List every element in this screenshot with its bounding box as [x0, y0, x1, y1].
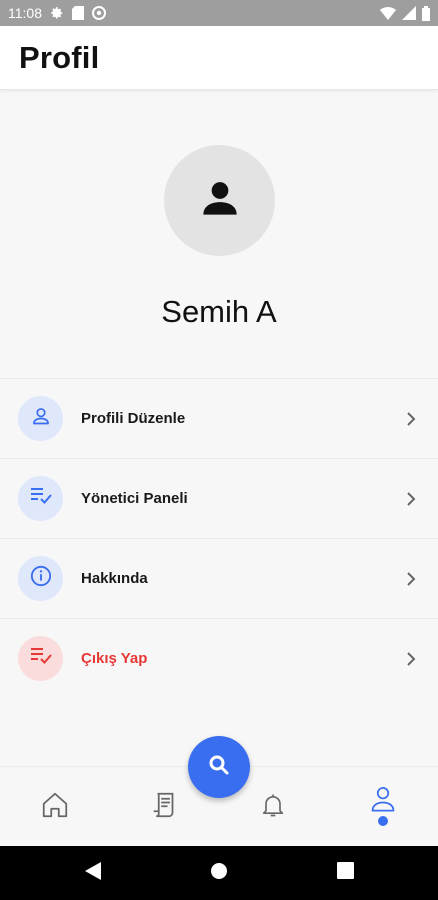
bell-icon — [259, 790, 287, 825]
nav-notifications[interactable] — [253, 787, 293, 827]
back-icon — [84, 861, 102, 886]
menu-item-about[interactable]: Hakkında — [0, 538, 438, 618]
status-right — [380, 5, 430, 21]
status-time: 11:08 — [8, 5, 42, 21]
nav-orders[interactable] — [145, 787, 185, 827]
nav-profile[interactable] — [363, 781, 403, 821]
list-check-icon — [29, 646, 53, 671]
person-icon — [200, 178, 240, 223]
menu-label: Profili Düzenle — [81, 410, 186, 427]
menu-item-edit-profile[interactable]: Profili Düzenle — [0, 378, 438, 458]
menu-label: Yönetici Paneli — [81, 490, 188, 507]
profile-menu: Profili Düzenle Yönetici Paneli Hakkında — [0, 378, 438, 698]
system-recents-button[interactable] — [334, 862, 356, 884]
search-icon — [207, 753, 231, 782]
chevron-right-icon — [406, 411, 416, 432]
system-nav-bar — [0, 846, 438, 900]
recents-icon — [336, 862, 354, 884]
menu-icon-badge — [18, 476, 63, 521]
chevron-right-icon — [406, 651, 416, 672]
chevron-right-icon — [406, 491, 416, 512]
system-home-button[interactable] — [208, 862, 230, 884]
menu-icon-badge — [18, 556, 63, 601]
menu-icon-badge — [18, 636, 63, 681]
user-name: Semih A — [161, 294, 277, 329]
profile-icon — [369, 784, 397, 819]
active-indicator-dot — [378, 816, 388, 826]
menu-item-logout[interactable]: Çıkış Yap — [0, 618, 438, 698]
gear-icon — [50, 6, 64, 20]
menu-icon-badge — [18, 396, 63, 441]
app-header: Profil — [0, 26, 438, 90]
menu-item-admin-panel[interactable]: Yönetici Paneli — [0, 458, 438, 538]
avatar — [164, 145, 275, 256]
signal-icon — [402, 6, 416, 20]
wifi-icon — [380, 6, 396, 20]
status-left: 11:08 — [8, 5, 106, 21]
menu-label: Hakkında — [81, 570, 148, 587]
list-check-icon — [29, 486, 53, 511]
chevron-right-icon — [406, 571, 416, 592]
at-sign-icon — [92, 6, 106, 20]
info-icon — [30, 565, 52, 592]
page-title: Profil — [19, 39, 100, 75]
system-back-button[interactable] — [82, 861, 104, 886]
nav-home[interactable] — [35, 787, 75, 827]
battery-icon — [422, 5, 430, 21]
receipt-icon — [150, 790, 180, 825]
status-bar: 11:08 — [0, 0, 438, 26]
menu-label: Çıkış Yap — [81, 650, 148, 667]
search-fab-button[interactable] — [188, 736, 250, 798]
user-outline-icon — [31, 406, 51, 431]
sd-card-icon — [72, 6, 84, 20]
home-circle-icon — [210, 862, 228, 885]
home-icon — [40, 790, 70, 825]
